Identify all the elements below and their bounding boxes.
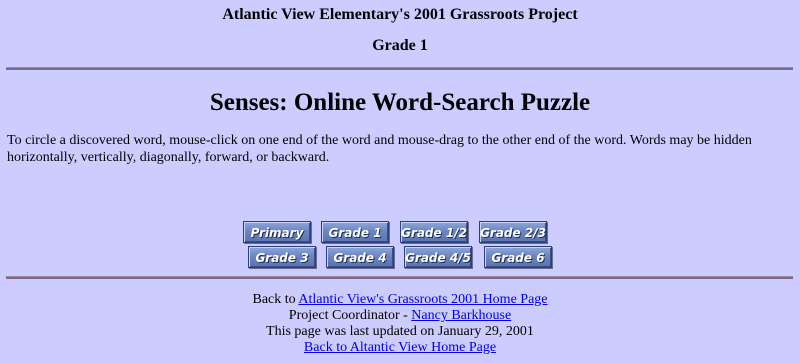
coordinator-email-link[interactable]: Nancy Barkhouse: [411, 308, 511, 323]
page-title: Senses: Online Word-Search Puzzle: [209, 89, 591, 116]
school-home-link[interactable]: Back to Altantic View Home Page: [304, 340, 496, 355]
coordinator-prefix: Project Coordinator -: [288, 308, 412, 323]
grade-3-button[interactable]: Grade 3: [248, 246, 316, 268]
puzzle-instructions: To circle a discovered word, mouse-click…: [7, 133, 752, 165]
page: Atlantic View Elementary's 2001 Grassroo…: [0, 0, 800, 363]
school-project-title: Atlantic View Elementary's 2001 Grassroo…: [222, 6, 578, 23]
grade-heading: Grade 1: [372, 37, 428, 54]
back-to-home-line: Back to Atlantic View's Grassroots 2001 …: [0, 292, 800, 308]
footer: Back to Atlantic View's Grassroots 2001 …: [0, 292, 800, 356]
bottom-divider: [6, 276, 793, 279]
grade-1-button[interactable]: Grade 1: [321, 221, 389, 243]
school-home-line: Back to Altantic View Home Page: [0, 340, 800, 356]
grade-2-3-button[interactable]: Grade 2/3: [479, 221, 547, 243]
back-prefix: Back to: [252, 292, 299, 307]
primary-button[interactable]: Primary: [243, 221, 311, 243]
grade-6-button[interactable]: Grade 6: [484, 246, 552, 268]
coordinator-line: Project Coordinator - Nancy Barkhouse: [0, 308, 800, 324]
grade-4-5-button[interactable]: Grade 4/5: [404, 246, 472, 268]
top-divider: [6, 67, 793, 70]
grade-1-2-button[interactable]: Grade 1/2: [400, 221, 468, 243]
grade-4-button[interactable]: Grade 4: [326, 246, 394, 268]
grassroots-home-link[interactable]: Atlantic View's Grassroots 2001 Home Pag…: [298, 292, 547, 307]
last-updated: This page was last updated on January 29…: [266, 324, 534, 339]
